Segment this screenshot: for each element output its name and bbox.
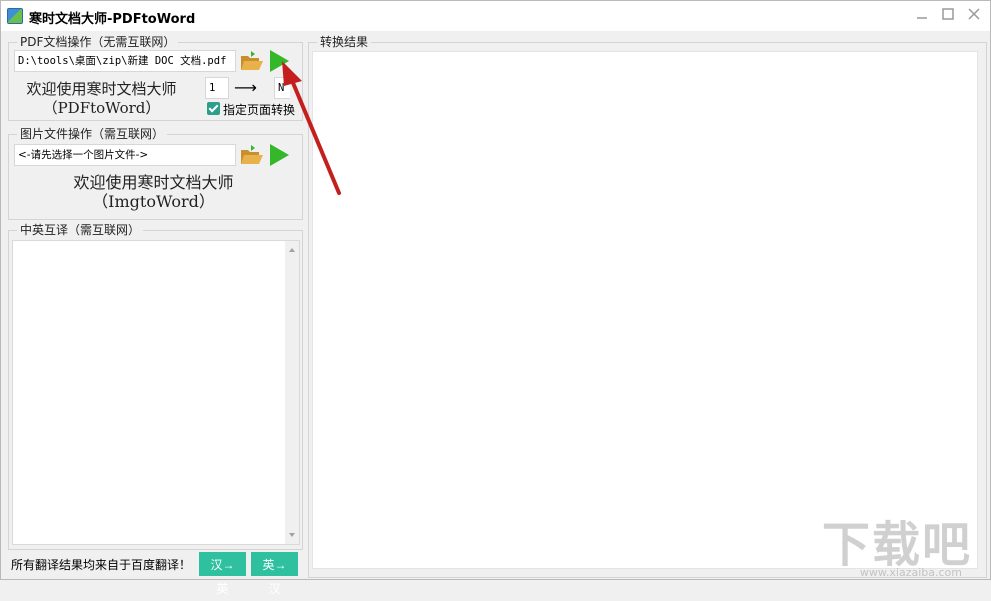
watermark-url: www.xiazaiba.com (859, 566, 962, 579)
translate-scrollbar[interactable] (285, 241, 299, 544)
translate-textarea[interactable] (12, 240, 300, 545)
minimize-icon (917, 17, 927, 19)
close-button[interactable] (962, 5, 986, 27)
title-bar: 寒时文档大师-PDFtoWord (1, 1, 990, 31)
result-section-legend: 转换结果 (320, 35, 369, 49)
page-from-input[interactable]: 1 (205, 77, 229, 99)
close-icon (968, 8, 980, 20)
maximize-button[interactable] (936, 5, 960, 27)
pdf-welcome-line2: （PDFtoWord） (42, 99, 161, 117)
scroll-down-icon[interactable] (285, 528, 299, 542)
result-textarea[interactable] (312, 51, 978, 569)
minimize-button[interactable] (910, 5, 934, 27)
image-welcome-line1: 欢迎使用寒时文档大师 (73, 173, 234, 192)
translate-note: 所有翻译结果均来自于百度翻译！ (11, 558, 192, 572)
pdf-section-legend: PDF文档操作（无需互联网） (20, 35, 176, 49)
image-file-path-input[interactable]: <-请先选择一个图片文件-> (14, 144, 236, 166)
pdf-welcome-line1: 欢迎使用寒时文档大师 (26, 80, 177, 98)
pdf-file-path-input[interactable]: D:\tools\桌面\zip\新建 DOC 文档.pdf (14, 50, 236, 72)
translate-cn-en-button[interactable]: 汉→英 (199, 552, 246, 596)
page-range-checkbox[interactable] (207, 102, 220, 115)
app-window: 寒时文档大师-PDFtoWord PDF文档操作（无需互联网） D:\tools… (0, 0, 991, 596)
translate-en-cn-button[interactable]: 英→汉 (251, 552, 298, 596)
image-welcome-text: 欢迎使用寒时文档大师 （ImgtoWord） (41, 173, 266, 211)
scroll-up-icon[interactable] (285, 243, 299, 257)
window-title: 寒时文档大师-PDFtoWord (29, 12, 196, 27)
maximize-icon (942, 8, 954, 20)
image-welcome-line2: （ImgtoWord） (92, 192, 215, 211)
annotation-arrow-icon (282, 61, 341, 195)
app-icon (7, 8, 23, 24)
watermark-logo: 下载吧 (821, 517, 972, 573)
image-section-legend: 图片文件操作（需互联网） (20, 127, 165, 141)
pdf-welcome-text: 欢迎使用寒时文档大师 （PDFtoWord） (14, 80, 189, 118)
page-range-arrow: ⟶ (234, 78, 257, 97)
translate-section-legend: 中英互译（需互联网） (20, 223, 141, 237)
